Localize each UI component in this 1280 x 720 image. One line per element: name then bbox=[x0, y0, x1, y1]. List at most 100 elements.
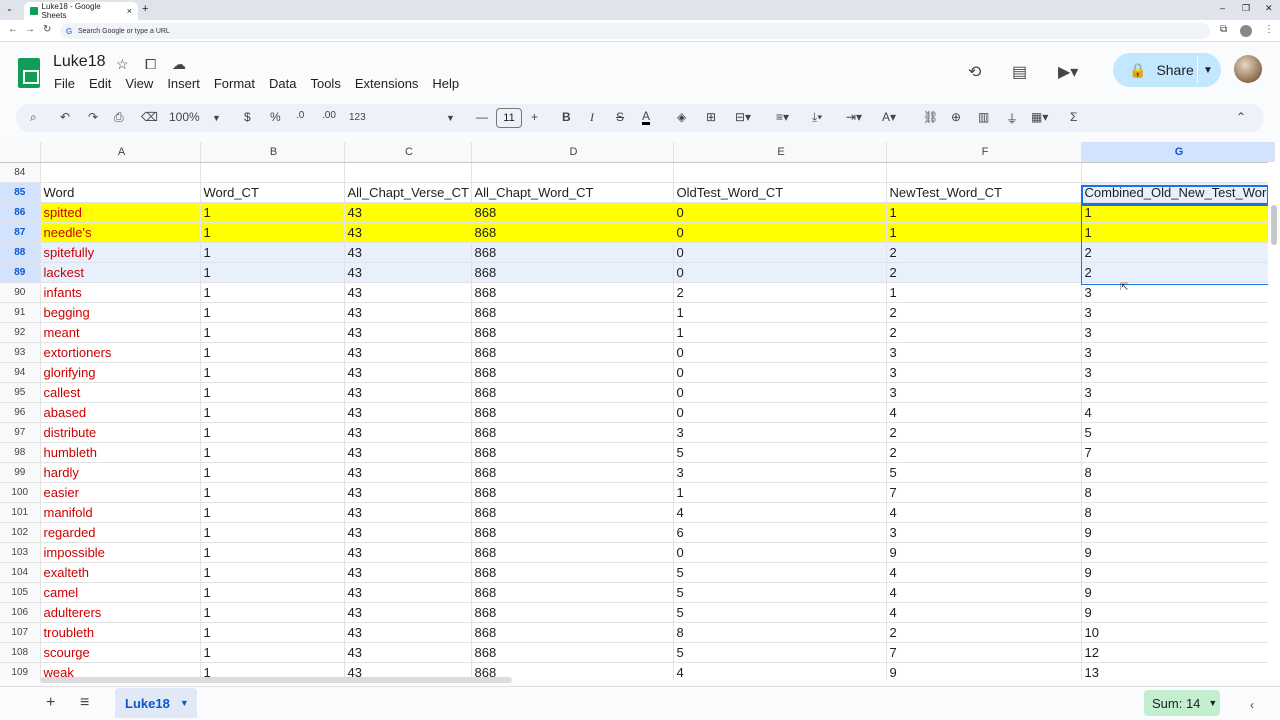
cell-f99[interactable]: 5 bbox=[886, 462, 1082, 483]
cell-g101[interactable]: 8 bbox=[1081, 502, 1275, 523]
cell-g89[interactable]: 2 bbox=[1081, 262, 1275, 283]
cell-e106[interactable]: 5 bbox=[673, 602, 887, 623]
star-icon[interactable]: ☆ bbox=[116, 56, 129, 73]
cell-d91[interactable]: 868 bbox=[471, 302, 674, 323]
side-panel-toggle-icon[interactable]: ‹ bbox=[1250, 698, 1254, 712]
cell-f93[interactable]: 3 bbox=[886, 342, 1082, 363]
row-header[interactable]: 93 bbox=[0, 342, 41, 363]
row-header[interactable]: 108 bbox=[0, 642, 41, 663]
cell-b108[interactable]: 1 bbox=[200, 642, 345, 663]
cell-d107[interactable]: 868 bbox=[471, 622, 674, 643]
horizontal-scrollbar-thumb[interactable] bbox=[40, 677, 512, 683]
row-header[interactable]: 88 bbox=[0, 242, 41, 263]
cell-d101[interactable]: 868 bbox=[471, 502, 674, 523]
cell-b88[interactable]: 1 bbox=[200, 242, 345, 263]
cell-f96[interactable]: 4 bbox=[886, 402, 1082, 423]
cell-f86[interactable]: 1 bbox=[886, 202, 1082, 223]
cell-b99[interactable]: 1 bbox=[200, 462, 345, 483]
cell-d102[interactable]: 868 bbox=[471, 522, 674, 543]
sum-indicator[interactable]: Sum: 14 ▼ bbox=[1144, 690, 1220, 716]
font-size-input[interactable]: 11 bbox=[496, 108, 522, 128]
cell-f92[interactable]: 2 bbox=[886, 322, 1082, 343]
cell-b101[interactable]: 1 bbox=[200, 502, 345, 523]
column-header-b[interactable]: B bbox=[200, 142, 345, 163]
cell-f109[interactable]: 9 bbox=[886, 662, 1082, 680]
column-header-a[interactable]: A bbox=[40, 142, 201, 163]
menu-file[interactable]: File bbox=[54, 76, 75, 91]
cell-d85[interactable]: All_Chapt_Word_CT bbox=[471, 182, 674, 203]
search-icon[interactable]: ⌕ bbox=[30, 110, 37, 125]
currency-format-button[interactable]: $ bbox=[244, 110, 251, 124]
row-header[interactable]: 107 bbox=[0, 622, 41, 643]
borders-icon[interactable]: ⊞ bbox=[706, 110, 716, 124]
window-close-icon[interactable]: ✕ bbox=[1265, 3, 1273, 14]
select-all-corner[interactable] bbox=[0, 142, 41, 163]
cell-f91[interactable]: 2 bbox=[886, 302, 1082, 323]
comments-icon[interactable]: ▤ bbox=[1012, 62, 1027, 82]
cell-d103[interactable]: 868 bbox=[471, 542, 674, 563]
share-dropdown-icon[interactable]: ▼ bbox=[1203, 65, 1213, 76]
add-sheet-button[interactable]: + bbox=[46, 694, 55, 712]
row-header[interactable]: 84 bbox=[0, 162, 41, 183]
font-size-decrease-button[interactable]: — bbox=[476, 110, 488, 124]
menu-extensions[interactable]: Extensions bbox=[355, 76, 419, 91]
row-header[interactable]: 100 bbox=[0, 482, 41, 503]
cell-c100[interactable]: 43 bbox=[344, 482, 472, 503]
row-header[interactable]: 105 bbox=[0, 582, 41, 603]
column-header-d[interactable]: D bbox=[471, 142, 674, 163]
row-header[interactable]: 109 bbox=[0, 662, 41, 680]
cell-c88[interactable]: 43 bbox=[344, 242, 472, 263]
italic-button[interactable]: I bbox=[590, 110, 594, 125]
cell-f90[interactable]: 1 bbox=[886, 282, 1082, 303]
cell-f97[interactable]: 2 bbox=[886, 422, 1082, 443]
row-header[interactable]: 98 bbox=[0, 442, 41, 463]
tab-close-icon[interactable]: × bbox=[127, 6, 132, 16]
cell-c92[interactable]: 43 bbox=[344, 322, 472, 343]
cell-b93[interactable]: 1 bbox=[200, 342, 345, 363]
cell-b91[interactable]: 1 bbox=[200, 302, 345, 323]
cell-c87[interactable]: 43 bbox=[344, 222, 472, 243]
cell-e104[interactable]: 5 bbox=[673, 562, 887, 583]
sheets-logo-icon[interactable] bbox=[18, 58, 40, 88]
cell-e94[interactable]: 0 bbox=[673, 362, 887, 383]
doc-title[interactable]: Luke18 bbox=[53, 53, 106, 71]
cell-f104[interactable]: 4 bbox=[886, 562, 1082, 583]
cell-f101[interactable]: 4 bbox=[886, 502, 1082, 523]
all-sheets-icon[interactable]: ≡ bbox=[80, 694, 89, 712]
cell-e92[interactable]: 1 bbox=[673, 322, 887, 343]
cell-g107[interactable]: 10 bbox=[1081, 622, 1275, 643]
insert-comment-icon[interactable]: ⊕ bbox=[951, 110, 961, 124]
cell-d94[interactable]: 868 bbox=[471, 362, 674, 383]
menu-help[interactable]: Help bbox=[432, 76, 459, 91]
cell-d92[interactable]: 868 bbox=[471, 322, 674, 343]
cell-g90[interactable]: 3 bbox=[1081, 282, 1275, 303]
cell-a84[interactable] bbox=[40, 162, 201, 183]
cell-a92[interactable]: meant bbox=[40, 322, 201, 343]
cell-c91[interactable]: 43 bbox=[344, 302, 472, 323]
row-header[interactable]: 91 bbox=[0, 302, 41, 323]
version-history-icon[interactable]: ⟲ bbox=[968, 62, 981, 82]
cell-g93[interactable]: 3 bbox=[1081, 342, 1275, 363]
cell-f100[interactable]: 7 bbox=[886, 482, 1082, 503]
cell-e84[interactable] bbox=[673, 162, 887, 183]
cell-f95[interactable]: 3 bbox=[886, 382, 1082, 403]
move-folder-icon[interactable]: ⧠ bbox=[145, 56, 156, 73]
cell-c96[interactable]: 43 bbox=[344, 402, 472, 423]
cell-a87[interactable]: needle's bbox=[40, 222, 201, 243]
cell-d84[interactable] bbox=[471, 162, 674, 183]
cell-f106[interactable]: 4 bbox=[886, 602, 1082, 623]
cell-e109[interactable]: 4 bbox=[673, 662, 887, 680]
browser-tab[interactable]: Luke18 - Google Sheets × bbox=[24, 2, 138, 20]
row-header[interactable]: 89 bbox=[0, 262, 41, 283]
cell-a97[interactable]: distribute bbox=[40, 422, 201, 443]
cell-b94[interactable]: 1 bbox=[200, 362, 345, 383]
cell-b87[interactable]: 1 bbox=[200, 222, 345, 243]
cell-c84[interactable] bbox=[344, 162, 472, 183]
font-size-increase-button[interactable]: + bbox=[531, 110, 538, 124]
cell-e97[interactable]: 3 bbox=[673, 422, 887, 443]
row-header[interactable]: 86 bbox=[0, 202, 41, 223]
spreadsheet-grid[interactable]: A B C D E F G 84 85 Word Word_CT All_Chapt_V… bbox=[0, 142, 1280, 680]
cell-c107[interactable]: 43 bbox=[344, 622, 472, 643]
cell-g96[interactable]: 4 bbox=[1081, 402, 1275, 423]
row-header[interactable]: 103 bbox=[0, 542, 41, 563]
